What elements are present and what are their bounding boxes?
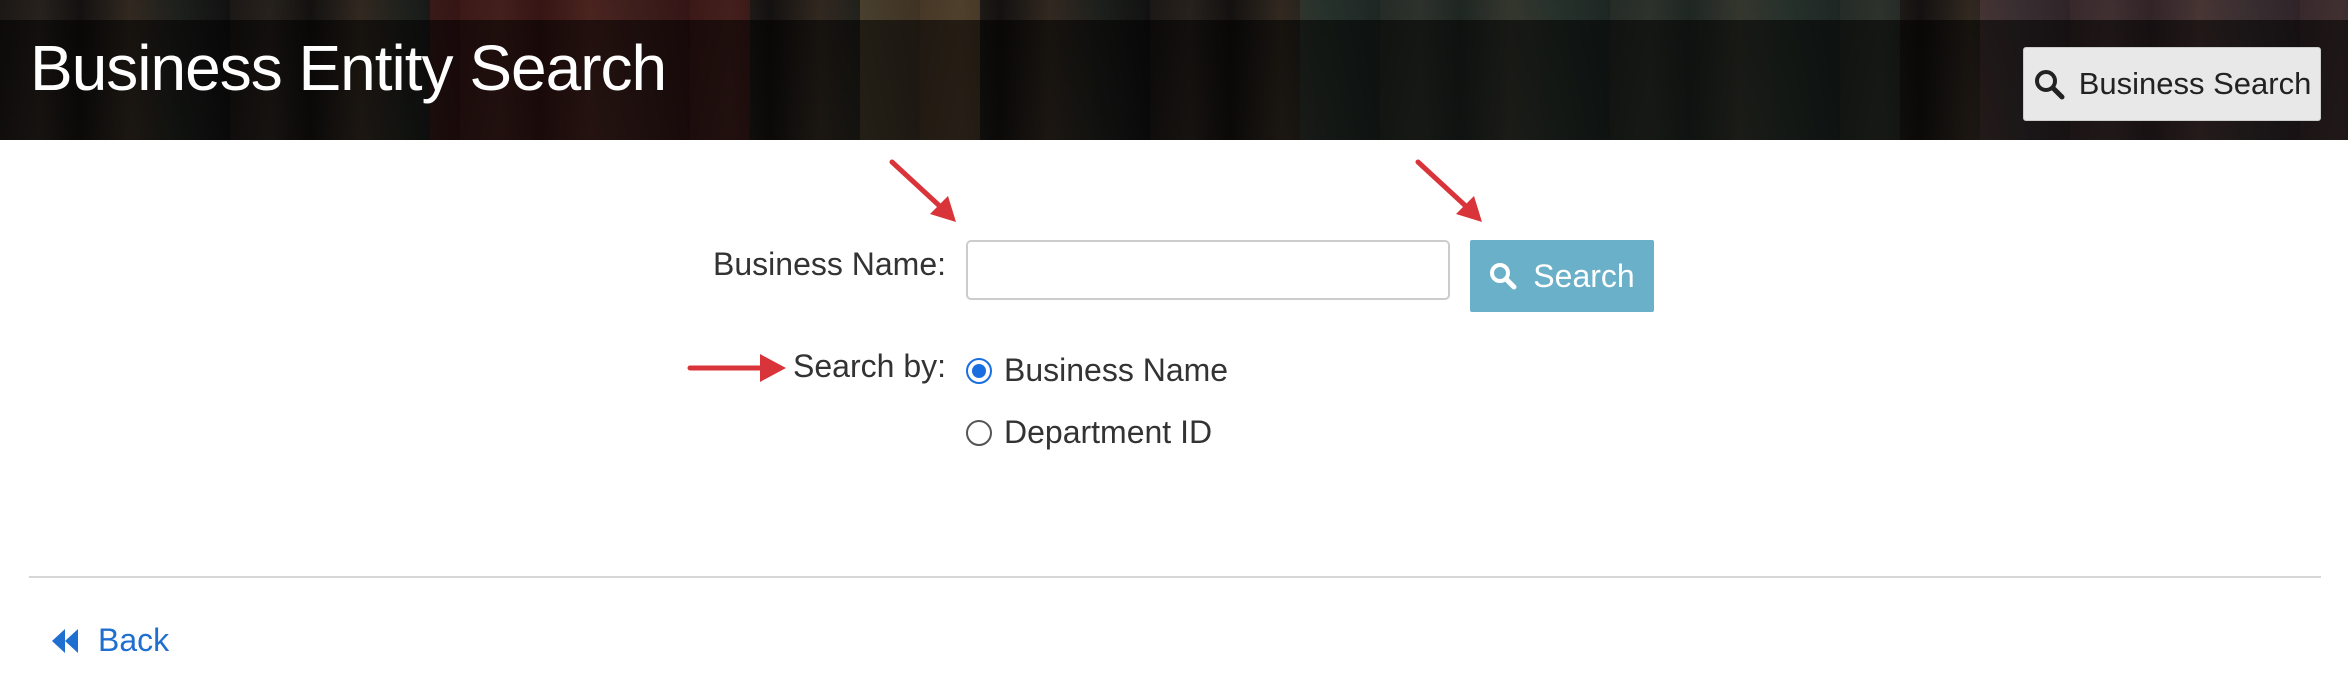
page-header: Business Entity Search Business Search [0, 0, 2348, 140]
business-search-nav-label: Business Search [2078, 66, 2312, 101]
back-link-label: Back [98, 622, 170, 658]
radio-label-business-name: Business Name [1004, 352, 1229, 388]
radio-label-department-id: Department ID [1004, 414, 1213, 450]
back-link[interactable]: Back [50, 622, 169, 659]
radio-option-business-name[interactable]: Business Name [966, 352, 1228, 389]
business-search-nav-button[interactable]: Business Search [2023, 47, 2321, 121]
page-title: Business Entity Search [30, 32, 667, 104]
search-button-label: Search [1533, 257, 1635, 294]
radio-button-department-id[interactable] [966, 419, 992, 446]
business-name-label: Business Name: [713, 246, 946, 282]
red-arrow-icon [687, 354, 786, 382]
red-arrow-icon [1415, 159, 1482, 222]
double-chevron-left-icon [52, 628, 78, 653]
search-icon [2034, 70, 2065, 100]
radio-option-department-id[interactable]: Department ID [966, 414, 1212, 451]
radio-button-business-name[interactable] [966, 357, 992, 384]
search-icon [1490, 263, 1517, 290]
red-arrow-icon [889, 159, 956, 222]
business-name-input[interactable] [966, 240, 1450, 300]
search-button[interactable]: Search [1470, 240, 1654, 312]
section-divider [29, 576, 2321, 578]
